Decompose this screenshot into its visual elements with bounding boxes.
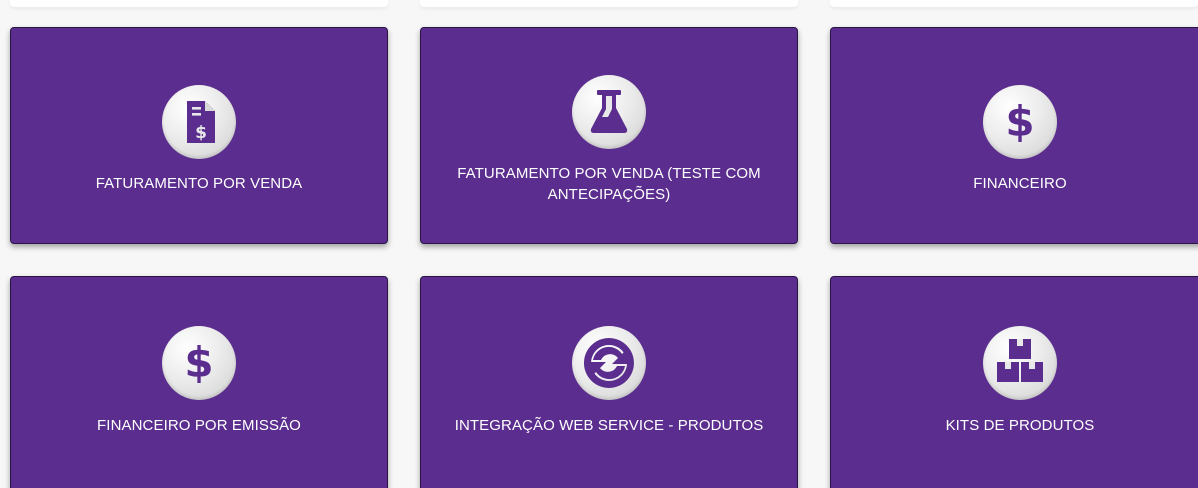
svg-text:$: $ [184,338,213,387]
card-label: FINANCEIRO POR EMISSÃO [97,417,301,434]
sync-icon [572,326,646,400]
card-kits-de-produtos[interactable]: KITS DE PRODUTOS [830,276,1198,488]
card-financeiro-por-emissao[interactable]: $ FINANCEIRO POR EMISSÃO [10,276,388,488]
dollar-icon: $ [983,85,1057,159]
card-label: INTEGRAÇÃO WEB SERVICE - PRODUTOS [454,417,764,434]
svg-text:$: $ [195,123,207,143]
dollar-icon: $ [162,326,236,400]
flask-icon [572,75,646,149]
card-integracao-web-service-produtos[interactable]: INTEGRAÇÃO WEB SERVICE - PRODUTOS [420,276,798,488]
card-faturamento-por-venda[interactable]: $ FATURAMENTO POR VENDA [10,27,388,244]
card-label: KITS DE PRODUTOS [945,417,1095,434]
previous-card-edge [830,0,1198,7]
boxes-icon [983,326,1057,400]
card-label: FINANCEIRO [973,175,1067,192]
card-financeiro[interactable]: $ FINANCEIRO [830,27,1198,244]
card-label: FATURAMENTO POR VENDA [95,175,303,192]
svg-text:$: $ [1005,97,1034,146]
report-menu-page: $ FATURAMENTO POR VENDA FATURAMENTO POR … [0,0,1198,488]
previous-card-edge [10,0,388,7]
card-label: FATURAMENTO POR VENDA (TESTE COM ANTECIP… [457,165,761,203]
card-faturamento-por-venda-teste[interactable]: FATURAMENTO POR VENDA (TESTE COM ANTECIP… [420,27,798,244]
invoice-dollar-icon: $ [162,85,236,159]
previous-card-edge [420,0,798,7]
